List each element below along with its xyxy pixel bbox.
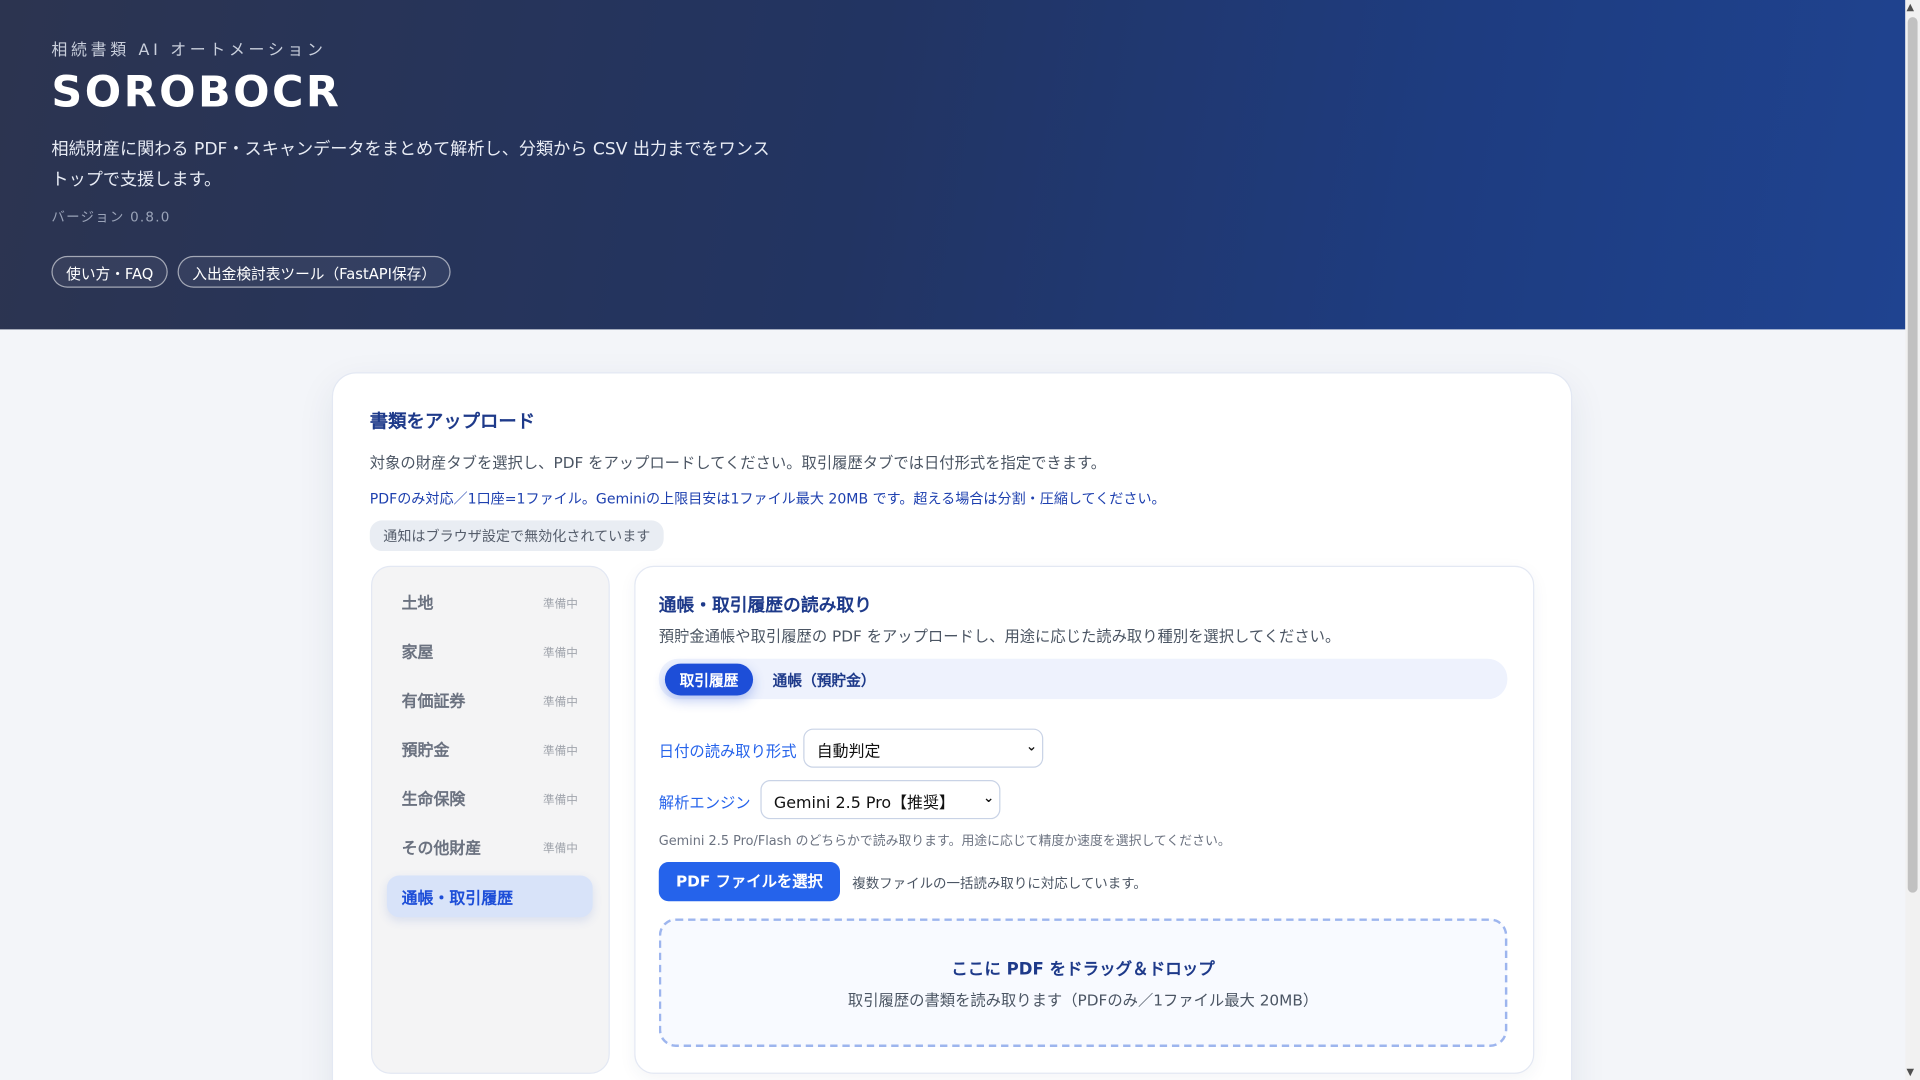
tab-transaction-history[interactable]: 取引履歴 — [664, 663, 754, 696]
hero-eyebrow: 相続書類 AI オートメーション — [51, 41, 327, 61]
version-label: バージョン 0.8.0 — [51, 209, 171, 226]
page: 相続書類 AI オートメーション SOROBOCR 相続財産に関わる PDF・ス… — [0, 0, 1920, 1080]
date-format-value: 自動判定 — [816, 743, 881, 762]
sidebar-item-label: 家屋 — [401, 644, 434, 663]
sidebar-item-label: 通帳・取引履歴 — [401, 890, 514, 909]
sidebar-item-label: その他財産 — [401, 840, 482, 859]
upload-limit-note: PDFのみ対応／1口座=1ファイル。Geminiの上限目安は1ファイル最大 20… — [369, 489, 1166, 507]
sidebar-item-house[interactable]: 家屋 準備中 — [387, 629, 593, 671]
sidebar-item-deposits[interactable]: 預貯金 準備中 — [387, 727, 593, 769]
scrollbar-thumb[interactable] — [1907, 17, 1918, 893]
multi-file-note: 複数ファイルの一括読み取りに対応しています。 — [852, 875, 1147, 892]
chevron-down-icon: ⌄ — [982, 789, 995, 806]
sidebar-item-life-insurance[interactable]: 生命保険 準備中 — [387, 776, 593, 818]
scroll-up-icon[interactable]: ▲ — [1907, 1, 1915, 12]
upload-title: 書類をアップロード — [369, 410, 536, 433]
sidebar-item-label: 有価証券 — [401, 693, 466, 712]
status-badge: 準備中 — [543, 646, 578, 661]
panel-description: 預貯金通帳や取引履歴の PDF をアップロードし、用途に応じた読み取り種別を選択… — [658, 626, 1341, 646]
cashflow-tool-link[interactable]: 入出金検討表ツール（FastAPI保存） — [177, 255, 451, 288]
date-format-label: 日付の読み取り形式 — [658, 742, 797, 761]
date-format-select[interactable]: 自動判定 ⌄ — [803, 728, 1044, 768]
status-badge: 準備中 — [543, 695, 578, 709]
engine-select[interactable]: Gemini 2.5 Pro【推奨】 ⌄ — [760, 780, 1001, 820]
app-title: SOROBOCR — [51, 68, 342, 118]
hero-header: 相続書類 AI オートメーション SOROBOCR 相続財産に関わる PDF・ス… — [0, 0, 1906, 330]
status-badge: 準備中 — [543, 744, 578, 758]
status-badge: 準備中 — [543, 842, 578, 856]
sidebar-item-passbook-history[interactable]: 通帳・取引履歴 — [386, 875, 593, 918]
sidebar-item-securities[interactable]: 有価証券 準備中 — [387, 678, 593, 720]
upload-description: 対象の財産タブを選択し、PDF をアップロードしてください。取引履歴タブでは日付… — [369, 453, 1107, 472]
hero-lead: 相続財産に関わる PDF・スキャンデータをまとめて解析し、分類から CSV 出力… — [51, 139, 770, 190]
pdf-dropzone[interactable]: ここに PDF をドラッグ＆ドロップ 取引履歴の書類を読み取ります（PDFのみ／… — [658, 918, 1508, 1047]
panel-title: 通帳・取引履歴の読み取り — [658, 596, 872, 616]
tab-passbook[interactable]: 通帳（預貯金） — [758, 664, 890, 696]
scroll-down-icon[interactable]: ▼ — [1907, 1067, 1915, 1078]
sidebar-item-label: 預貯金 — [401, 742, 450, 761]
engine-value: Gemini 2.5 Pro【推奨】 — [773, 794, 955, 814]
sidebar-item-label: 土地 — [401, 595, 434, 614]
chevron-down-icon: ⌄ — [1025, 738, 1038, 755]
status-badge: 準備中 — [543, 597, 578, 612]
engine-hint: Gemini 2.5 Pro/Flash のどちらかで読み取ります。用途に応じて… — [658, 833, 1231, 849]
sidebar-item-other-assets[interactable]: その他財産 準備中 — [387, 825, 593, 867]
sidebar-item-label: 生命保険 — [401, 791, 466, 810]
dropzone-subtitle: 取引履歴の書類を読み取ります（PDFのみ／1ファイル最大 20MB） — [847, 990, 1319, 1009]
status-badge: 準備中 — [543, 793, 578, 807]
notification-badge: 通知はブラウザ設定で無効化されています — [369, 520, 664, 552]
faq-link[interactable]: 使い方・FAQ — [51, 255, 169, 288]
select-pdf-button[interactable]: PDF ファイルを選択 — [658, 862, 841, 902]
dropzone-title: ここに PDF をドラッグ＆ドロップ — [951, 960, 1215, 980]
sidebar-item-land[interactable]: 土地 準備中 — [387, 580, 593, 622]
engine-label: 解析エンジン — [658, 793, 751, 812]
